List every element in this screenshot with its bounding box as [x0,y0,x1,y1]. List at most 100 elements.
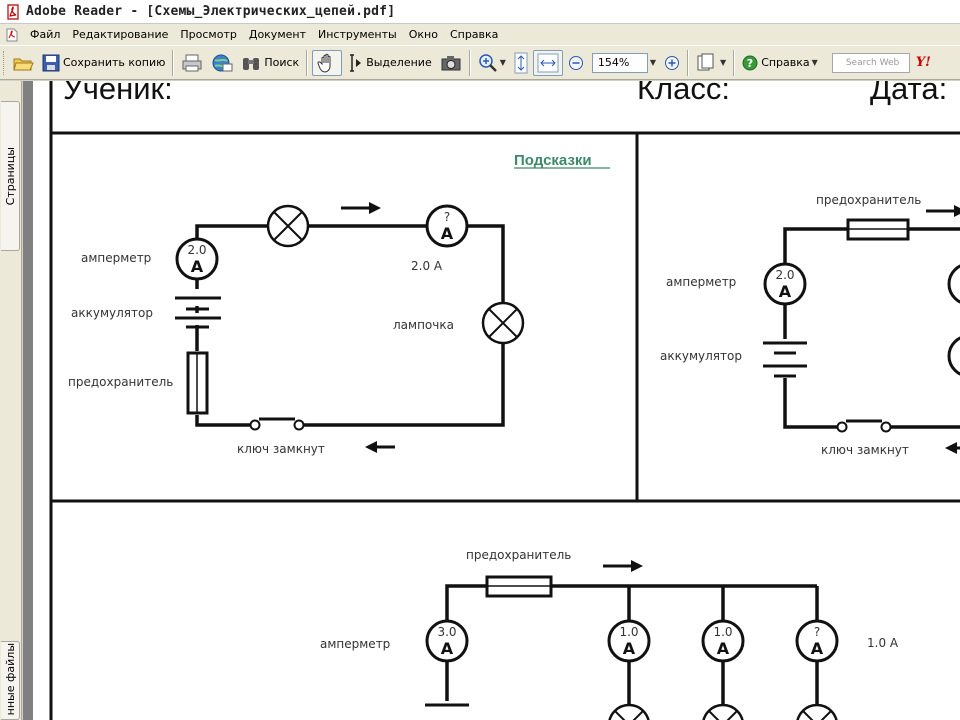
help-icon: ? [742,55,758,70]
ammeter-3-branch-3-reading: ? [814,625,820,639]
attachments-tab-label: нные файлы [3,642,17,715]
fuse-3-label: предохранитель [466,548,571,562]
battery-1-label: аккумулятор [71,306,153,320]
circuit-2: предохранитель 2.0 A амперметр аккумулят… [660,193,960,457]
ammeter-3-label: амперметр [320,637,390,651]
date-heading: Дата: [870,81,947,106]
menu-tools[interactable]: Инструменты [312,24,403,45]
ammeter-2-symbol: A [779,282,792,301]
menu-view[interactable]: Просмотр [174,24,242,45]
menu-document[interactable]: Документ [243,24,312,45]
chevron-down-icon[interactable]: ▼ [812,58,818,67]
toolbar-grip[interactable] [3,50,6,75]
svg-text:?: ? [747,57,753,70]
print-button[interactable] [178,50,206,76]
ammeter-1-reading: 2.0 [187,243,206,257]
menu-window[interactable]: Окно [403,24,444,45]
arrow-right-icon [926,205,960,217]
adobe-reader-window: Adobe Reader - [Схемы_Электрических_цепе… [0,0,960,720]
open-button[interactable] [9,50,37,76]
save-copy-button[interactable]: Сохранить копию [39,50,168,76]
lamp-3c-partial [796,703,838,720]
menu-bar: Файл Редактирование Просмотр Документ Ин… [0,24,960,45]
fuse-2-label: предохранитель [816,193,921,207]
page-layout-button[interactable]: ▼ [693,50,729,76]
current-3-value: 1.0 A [867,636,899,650]
fit-height-button[interactable] [511,50,531,76]
ammeter-1b-symbol: A [441,224,454,243]
fit-height-icon [514,52,528,73]
window-title: Adobe Reader - [Схемы_Электрических_цепе… [26,4,396,19]
pages-icon [697,53,714,70]
ammeter-2-label: амперметр [666,275,736,289]
zoom-in-button[interactable] [661,50,683,76]
battery-2 [763,341,807,378]
current-1-value: 2.0 A [411,259,443,273]
search-label: Поиск [264,56,300,69]
help-button[interactable]: ? Справка ▼ [739,50,821,76]
email-button[interactable] [208,50,236,76]
menu-help[interactable]: Справка [444,24,504,45]
switch-2-label: ключ замкнут [821,443,909,457]
ammeter-3-main-symbol: A [441,639,454,658]
zoom-out-button[interactable] [565,50,587,76]
chevron-down-icon[interactable]: ▼ [720,58,726,67]
zoom-in-tool-button[interactable]: ▼ [475,50,509,76]
select-label: Выделение [366,56,432,69]
title-bar: Adobe Reader - [Схемы_Электрических_цепе… [0,0,960,24]
yahoo-logo-button[interactable]: Y! [916,55,931,70]
chevron-down-icon[interactable]: ▼ [650,58,656,67]
ammeter-3-branch-1-reading: 1.0 [619,625,638,639]
circuit-1-wires [195,224,505,427]
globe-mail-icon [212,54,233,71]
lamp-2-partial [947,336,960,376]
ammeter-3-branch-3-symbol: A [811,639,824,658]
hand-tool-button[interactable] [312,49,343,76]
switch-2 [836,419,892,433]
floppy-disk-icon [42,54,60,71]
toolbar-separator [733,49,736,76]
toolbar-separator [468,49,471,76]
battery-2-label: аккумулятор [660,349,742,363]
tab-pages[interactable]: Страницы [1,101,20,251]
help-label: Справка [761,56,810,69]
switch-1 [249,417,305,431]
save-copy-label: Сохранить копию [63,56,166,69]
text-cursor-icon [350,53,362,72]
class-heading: Класс: [637,81,730,106]
menu-edit[interactable]: Редактирование [66,24,174,45]
hints-link[interactable]: Подсказки [514,152,592,169]
search-web-input[interactable]: Search Web [831,52,910,73]
fit-width-button[interactable] [532,49,563,76]
circuit-1: 2.0 A амперметр аккумулятор предохраните… [68,202,525,456]
ammeter-3-main-reading: 3.0 [437,625,456,639]
lamp-1b [481,301,525,345]
tab-attachments[interactable]: нные файлы [1,641,20,720]
pages-tab-label: Страницы [3,146,17,206]
toolbar-separator [306,49,309,76]
ammeter-3-branch-2-symbol: A [717,639,730,658]
ammeter-1b-reading: ? [444,210,450,224]
camera-icon [441,55,461,70]
zoom-level-input[interactable]: 154% [591,52,648,73]
toolbar-separator [687,49,690,76]
binoculars-icon [243,57,260,70]
snapshot-button[interactable] [437,50,465,76]
search-button[interactable]: Поиск [238,50,302,76]
student-heading: Ученик: [63,81,173,106]
zoom-level-dropdown[interactable]: 154% ▼ [589,50,659,76]
circuit-3: предохранитель амперметр 3.0 A 1.0 A 1.0… [320,548,899,720]
lamp-1-label: лампочка [393,318,454,332]
menu-file[interactable]: Файл [24,24,66,45]
pdf-document-icon[interactable] [6,28,18,42]
fuse-1-label: предохранитель [68,375,173,389]
document-view[interactable]: Ученик: Класс: Дата: Подсказки 2.0 A амп… [23,81,960,720]
worksheet-canvas: Ученик: Класс: Дата: Подсказки 2.0 A амп… [49,81,960,720]
chevron-down-icon[interactable]: ▼ [500,58,506,67]
switch-1-label: ключ замкнут [237,442,325,456]
open-folder-icon [13,58,34,70]
toolbar-separator [172,49,175,76]
select-tool-button[interactable]: Выделение [344,50,435,76]
ammeter-3-branch-2-reading: 1.0 [713,625,732,639]
arrow-left-icon [945,442,960,454]
